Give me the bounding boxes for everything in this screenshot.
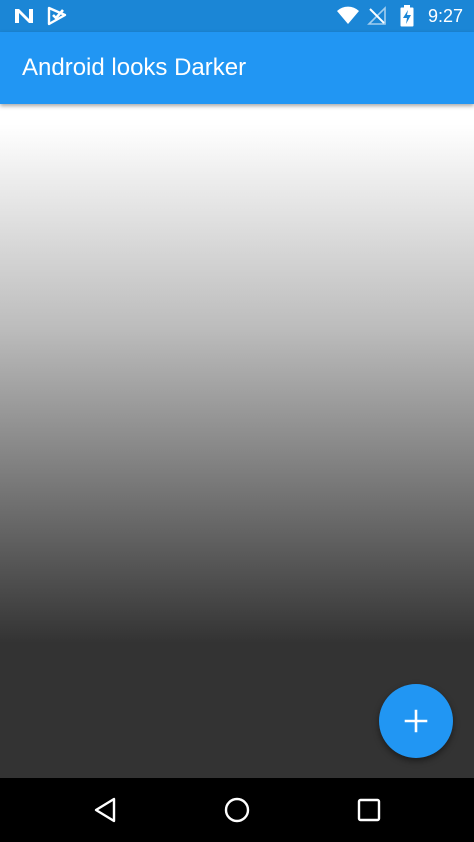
wifi-icon — [337, 6, 359, 24]
notification-check-icon — [47, 6, 67, 26]
app-bar: Android looks Darker — [0, 32, 474, 104]
app-screen: 9:27 Android looks Darker — [0, 0, 474, 842]
home-button[interactable] — [217, 790, 257, 830]
back-button[interactable] — [85, 790, 125, 830]
back-icon — [94, 797, 116, 823]
status-time: 9:27 — [427, 6, 463, 26]
status-bar: 9:27 — [0, 0, 474, 32]
add-button[interactable] — [379, 684, 453, 758]
app-title: Android looks Darker — [22, 54, 247, 81]
battery-charging-icon — [400, 5, 414, 27]
recents-icon — [357, 798, 381, 822]
plus-icon — [404, 709, 428, 733]
home-icon — [224, 797, 250, 823]
navigation-bar — [0, 778, 474, 842]
recents-button[interactable] — [349, 790, 389, 830]
notification-n-icon — [15, 9, 33, 23]
no-signal-icon — [367, 6, 386, 25]
gradient-content — [0, 104, 474, 778]
